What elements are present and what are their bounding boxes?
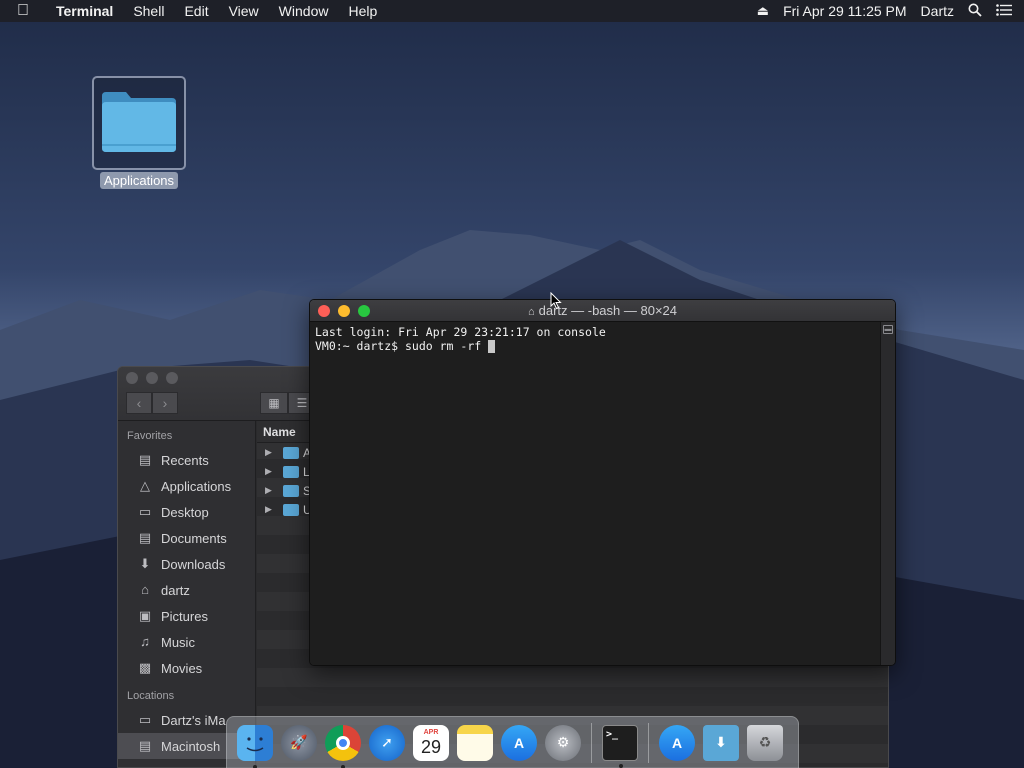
dock: 🚀 ➚ APR 29 A ⚙ >_ A ⬇ ♻ [226, 716, 799, 768]
sidebar-item-music[interactable]: ♫ Music [118, 629, 255, 655]
dock-terminal[interactable]: >_ [602, 724, 638, 768]
zoom-button[interactable] [358, 305, 370, 317]
calendar-month: APR [423, 729, 439, 736]
running-indicator [619, 763, 623, 768]
menu-bar:  Terminal Shell Edit View Window Help ⏏… [0, 0, 1024, 22]
dock-separator [591, 722, 592, 763]
desktop-icon-applications[interactable]: Applications [92, 76, 186, 192]
dock-chrome[interactable] [325, 724, 361, 768]
menu-shell[interactable]: Shell [123, 0, 174, 22]
desktop-icon-label: Applications [96, 172, 182, 190]
finder-window-controls [126, 372, 186, 384]
disclosure-triangle-icon[interactable]: ▶ [265, 485, 279, 496]
text-cursor [488, 340, 496, 353]
minimize-button[interactable] [338, 305, 350, 317]
notification-center-icon[interactable] [996, 3, 1012, 19]
minimize-button[interactable] [146, 372, 158, 384]
menu-app-terminal[interactable]: Terminal [46, 0, 123, 22]
menu-help[interactable]: Help [338, 0, 387, 22]
download-icon: ⬇ [139, 556, 151, 571]
sidebar-item-downloads[interactable]: ⬇ Downloads [118, 551, 255, 577]
sidebar-item-home[interactable]: ⌂ dartz [118, 577, 255, 603]
sidebar-section-locations: Locations [127, 690, 175, 702]
menubar-user[interactable]: Dartz [921, 3, 954, 19]
zoom-button[interactable] [166, 372, 178, 384]
terminal-window-controls [318, 305, 378, 317]
dock-system-preferences[interactable]: ⚙ [545, 724, 581, 761]
film-icon: ▩ [138, 660, 152, 675]
sidebar-section-favorites: Favorites [127, 430, 173, 442]
terminal-line: Last login: Fri Apr 29 23:21:17 on conso… [315, 325, 606, 339]
dock-separator [648, 722, 649, 763]
home-icon: ⌂ [141, 582, 149, 597]
running-indicator [253, 764, 257, 768]
terminal-prompt-line: VM0:~ dartz$ sudo rm -rf [315, 339, 489, 353]
spotlight-search-icon[interactable] [968, 3, 982, 20]
folder-icon [283, 446, 299, 459]
terminal-scrollbar[interactable]: ▬ [880, 322, 895, 665]
folder-icon [283, 484, 299, 497]
menubar-clock[interactable]: Fri Apr 29 11:25 PM [783, 3, 906, 19]
document-icon: ▤ [138, 530, 152, 545]
menu-window[interactable]: Window [269, 0, 339, 22]
mouse-pointer-icon [550, 292, 562, 310]
disclosure-triangle-icon[interactable]: ▶ [265, 447, 279, 458]
disclosure-triangle-icon[interactable]: ▶ [265, 504, 279, 515]
dock-downloads-stack[interactable]: ⬇ [703, 724, 739, 761]
sidebar-item-movies[interactable]: ▩ Movies [118, 655, 255, 681]
back-button[interactable]: ‹ [126, 392, 152, 414]
dock-applications-stack[interactable]: A [659, 724, 695, 761]
dock-launchpad[interactable]: 🚀 [281, 724, 317, 761]
sidebar-item-pictures[interactable]: ▣ Pictures [118, 603, 255, 629]
close-button[interactable] [126, 372, 138, 384]
dock-notes[interactable] [457, 724, 493, 761]
forward-button[interactable]: › [152, 392, 178, 414]
dock-calendar[interactable]: APR 29 [413, 724, 449, 761]
split-pane-icon[interactable]: ▬ [883, 325, 893, 334]
folder-icon [283, 465, 299, 478]
icon-view-button[interactable]: ▦ [260, 392, 288, 414]
home-icon: ⌂ [527, 306, 535, 318]
dock-app-store[interactable]: A [501, 724, 537, 761]
terminal-window[interactable]: ⌂ dartz — -bash — 80×24 Last login: Fri A… [309, 299, 896, 666]
menu-edit[interactable]: Edit [174, 0, 218, 22]
sidebar-item-recents[interactable]: ▤ Recents [118, 447, 255, 473]
terminal-titlebar[interactable]: ⌂ dartz — -bash — 80×24 [310, 300, 895, 322]
chrome-center-icon [336, 735, 350, 750]
music-note-icon: ♫ [140, 634, 150, 649]
sidebar-item-applications[interactable]: △ Applications [118, 473, 255, 499]
dock-finder[interactable] [237, 724, 273, 768]
close-button[interactable] [318, 305, 330, 317]
terminal-output[interactable]: Last login: Fri Apr 29 23:21:17 on conso… [310, 322, 881, 665]
apple-menu-icon[interactable]:  [0, 2, 46, 20]
applications-icon: △ [140, 478, 150, 493]
camera-icon: ▣ [138, 608, 152, 623]
dock-safari[interactable]: ➚ [369, 724, 405, 761]
folder-icon [102, 92, 176, 152]
eject-icon[interactable]: ⏏ [757, 3, 769, 19]
recents-icon: ▤ [138, 452, 152, 467]
sidebar-item-documents[interactable]: ▤ Documents [118, 525, 255, 551]
calendar-day: 29 [420, 737, 442, 757]
desktop-icon: ▭ [138, 504, 152, 519]
finder-face-icon [246, 736, 264, 751]
menu-view[interactable]: View [219, 0, 269, 22]
disclosure-triangle-icon[interactable]: ▶ [265, 466, 279, 477]
sidebar-item-desktop[interactable]: ▭ Desktop [118, 499, 255, 525]
disk-icon: ▤ [138, 738, 152, 753]
running-indicator [341, 764, 345, 768]
computer-icon: ▭ [138, 712, 152, 727]
folder-icon [283, 503, 299, 516]
dock-trash[interactable]: ♻ [747, 724, 783, 761]
